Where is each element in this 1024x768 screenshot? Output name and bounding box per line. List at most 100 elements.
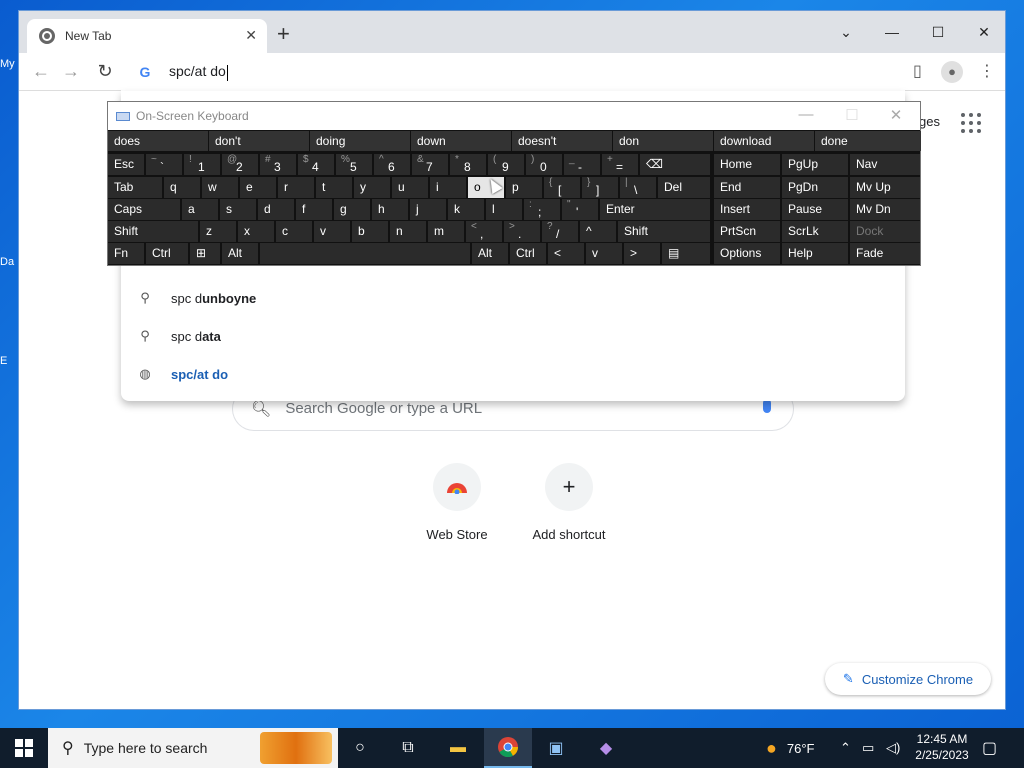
omnibox-input[interactable]: spc/at do xyxy=(169,63,228,80)
osk-key[interactable]: Fade xyxy=(850,243,920,264)
suggestion-row[interactable]: ⚲ spc data xyxy=(121,317,905,355)
osk-key[interactable]: + = xyxy=(602,154,638,175)
osk-key[interactable]: Caps xyxy=(108,199,180,220)
osk-key[interactable]: c xyxy=(276,221,312,242)
osk-key[interactable]: m xyxy=(428,221,464,242)
osk-key[interactable]: ? / xyxy=(542,221,578,242)
osk-key[interactable]: x xyxy=(238,221,274,242)
shortcut-add[interactable]: + Add shortcut xyxy=(513,463,625,542)
osk-key[interactable]: w xyxy=(202,177,238,198)
osk-key[interactable]: g xyxy=(334,199,370,220)
osk-key[interactable]: >. xyxy=(504,221,540,242)
chrome-taskbar-icon[interactable] xyxy=(484,728,532,768)
osk-prediction[interactable]: done xyxy=(815,131,921,151)
osk-key[interactable]: _ - xyxy=(564,154,600,175)
osk-maximize-button[interactable]: ☐ xyxy=(832,106,872,124)
osk-prediction[interactable]: does xyxy=(108,131,208,151)
osk-key[interactable]: Esc xyxy=(108,154,144,175)
osk-key[interactable]: Home xyxy=(714,154,780,175)
osk-key[interactable]: j xyxy=(410,199,446,220)
back-arrow-icon[interactable]: ← xyxy=(29,61,53,82)
osk-key[interactable]: ) 0 xyxy=(526,154,562,175)
osk-key[interactable]: Tab xyxy=(108,177,162,198)
osk-key[interactable]: Ctrl xyxy=(510,243,546,264)
more-menu-icon[interactable]: ⋮ xyxy=(979,61,995,81)
microphone-icon[interactable] xyxy=(763,399,771,413)
cortana-icon[interactable]: ○ xyxy=(336,728,384,768)
osk-title-bar[interactable]: On-Screen Keyboard — ☐ ✕ xyxy=(108,102,920,130)
osk-prediction[interactable]: down xyxy=(411,131,511,151)
osk-key[interactable]: Del xyxy=(658,177,710,198)
volume-icon[interactable]: ◁) xyxy=(886,728,900,768)
osk-key[interactable]: $4 xyxy=(298,154,334,175)
osk-key[interactable]: End xyxy=(714,177,780,198)
start-button[interactable] xyxy=(0,728,48,768)
osk-key[interactable]: z xyxy=(200,221,236,242)
desktop-icon-label[interactable]: Da xyxy=(0,256,16,274)
osk-close-button[interactable]: ✕ xyxy=(876,106,916,124)
osk-prediction[interactable]: don't xyxy=(209,131,309,151)
file-explorer-icon[interactable]: ▬ xyxy=(434,728,482,768)
forward-arrow-icon[interactable]: → xyxy=(59,61,83,82)
osk-key[interactable]: ⌫ xyxy=(640,154,710,175)
omnibox[interactable]: G spc/at do xyxy=(121,53,905,91)
osk-key[interactable]: b xyxy=(352,221,388,242)
osk-key[interactable]: Alt xyxy=(222,243,258,264)
osk-key[interactable]: a xyxy=(182,199,218,220)
osk-key[interactable]: s xyxy=(220,199,256,220)
osk-key[interactable]: Nav xyxy=(850,154,920,175)
tray-chevron-up-icon[interactable]: ⌃ xyxy=(840,728,851,768)
osk-prediction[interactable]: don xyxy=(613,131,713,151)
reload-icon[interactable]: ↻ xyxy=(93,61,117,82)
osk-key[interactable]: ScrLk xyxy=(782,221,848,242)
images-link[interactable]: ges xyxy=(919,114,940,129)
side-panel-icon[interactable]: ▯ xyxy=(913,61,922,81)
osk-key[interactable]: Mv Dn xyxy=(850,199,920,220)
tab-new-tab[interactable]: New Tab ✕ xyxy=(27,19,267,53)
osk-prediction[interactable]: download xyxy=(714,131,814,151)
osk-key[interactable]: v xyxy=(586,243,622,264)
osk-prediction[interactable]: doesn't xyxy=(512,131,612,151)
osk-key[interactable]: e xyxy=(240,177,276,198)
osk-key[interactable]: f xyxy=(296,199,332,220)
suggestion-row-url[interactable]: ◍ spc/at do xyxy=(121,355,905,393)
visual-studio-icon[interactable]: ◆ xyxy=(582,728,630,768)
osk-key[interactable]: Fn xyxy=(108,243,144,264)
osk-key[interactable]: Dock xyxy=(850,221,920,242)
osk-key[interactable]: Help xyxy=(782,243,848,264)
profile-avatar-icon[interactable]: ● xyxy=(941,61,963,83)
weather-widget[interactable]: ● 76°F xyxy=(766,728,814,768)
osk-key[interactable]: PrtScn xyxy=(714,221,780,242)
osk-key[interactable]: ~ ` xyxy=(146,154,182,175)
osk-key[interactable]: r xyxy=(278,177,314,198)
tab-search-chevron-down-icon[interactable]: ⌄ xyxy=(823,17,869,47)
osk-key[interactable]: * 8 xyxy=(450,154,486,175)
suggestion-row[interactable]: ⚲ spc dunboyne xyxy=(121,279,905,317)
osk-key[interactable]: & 7 xyxy=(412,154,448,175)
desktop-icon-label[interactable]: E xyxy=(0,355,16,373)
close-window-button[interactable]: ✕ xyxy=(961,17,1007,47)
osk-spacebar[interactable] xyxy=(260,243,470,264)
osk-key[interactable]: k xyxy=(448,199,484,220)
shortcut-web-store[interactable]: Web Store xyxy=(401,463,513,542)
osk-key[interactable]: PgUp xyxy=(782,154,848,175)
osk-key[interactable]: ▤ xyxy=(662,243,710,264)
osk-key[interactable]: Insert xyxy=(714,199,780,220)
remote-desktop-icon[interactable]: ▣ xyxy=(532,728,580,768)
osk-key[interactable]: y xyxy=(354,177,390,198)
desktop-icon-label[interactable]: My xyxy=(0,58,16,76)
osk-key[interactable]: < xyxy=(548,243,584,264)
osk-key[interactable]: Options xyxy=(714,243,780,264)
osk-key[interactable]: ^ xyxy=(580,221,616,242)
osk-key[interactable]: Pause xyxy=(782,199,848,220)
osk-key[interactable]: @2 xyxy=(222,154,258,175)
osk-key[interactable]: d xyxy=(258,199,294,220)
osk-key[interactable]: | \ xyxy=(620,177,656,198)
osk-key[interactable]: v xyxy=(314,221,350,242)
osk-key[interactable]: Enter xyxy=(600,199,710,220)
osk-key[interactable]: l xyxy=(486,199,522,220)
taskbar-search[interactable]: ⚲ Type here to search xyxy=(48,728,338,768)
osk-minimize-button[interactable]: — xyxy=(786,106,826,123)
osk-key[interactable]: q xyxy=(164,177,200,198)
osk-key[interactable]: h xyxy=(372,199,408,220)
